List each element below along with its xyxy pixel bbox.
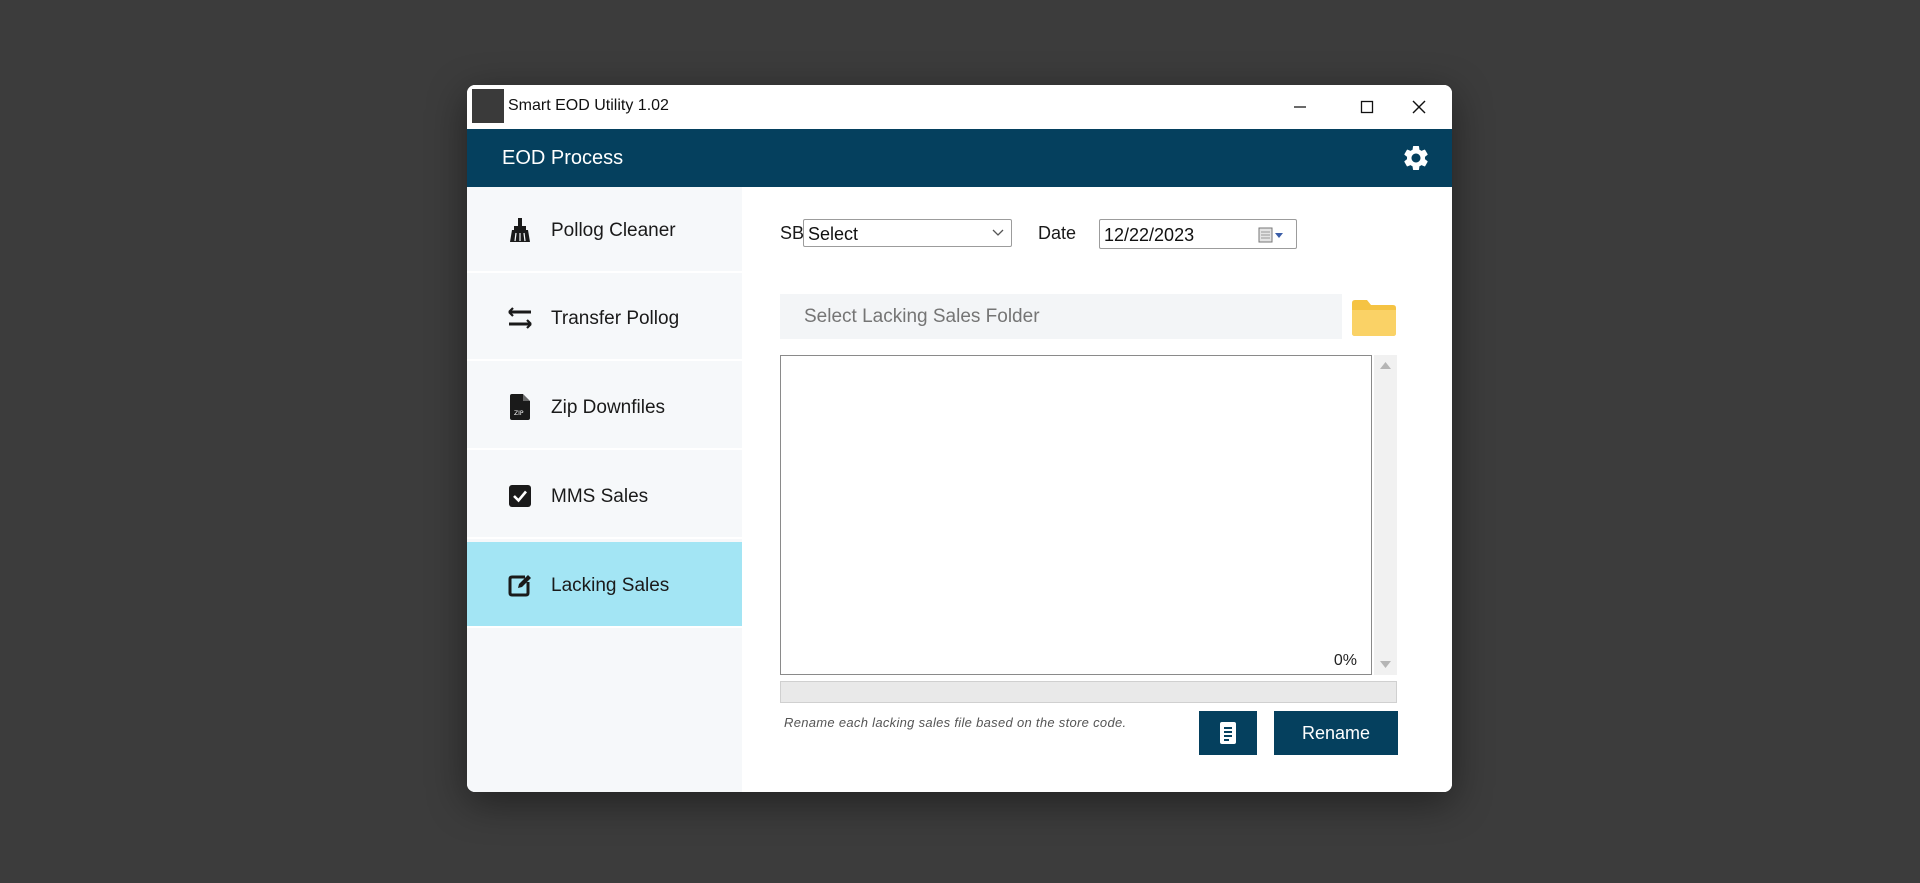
app-header: EOD Process [467,129,1452,187]
date-value: 12/22/2023 [1104,225,1195,245]
sidebar-item-label: Lacking Sales [551,575,670,596]
progress-bar [780,681,1397,703]
header-title: EOD Process [502,147,624,169]
title-bar: Smart EOD Utility 1.02 [467,85,1452,129]
chevron-down-icon [992,229,1004,236]
hint-text: Rename each lacking sales file based on … [784,715,1127,730]
app-window: Smart EOD Utility 1.02 EOD Process Pollo… [467,85,1452,792]
edit-icon [507,572,533,598]
date-picker[interactable]: 12/22/2023 [1099,219,1297,249]
minimize-icon [1294,106,1306,108]
sidebar-item-label: Transfer Pollog [551,308,680,329]
report-button[interactable] [1199,711,1257,755]
sidebar-item-pollog-cleaner[interactable]: Pollog Cleaner [467,187,742,273]
calendar-dropdown-icon[interactable] [1258,227,1284,243]
sbu-select-value: Select [808,224,859,244]
date-label: Date [1038,223,1077,243]
sidebar-item-mms-sales[interactable]: MMS Sales [467,453,742,539]
gear-icon[interactable] [1401,143,1431,173]
output-scrollbar[interactable] [1374,355,1397,675]
sidebar: Pollog Cleaner Transfer Pollog ZIP Zip D… [467,187,742,792]
output-log[interactable]: 0% [780,355,1372,675]
sidebar-item-label: Pollog Cleaner [551,220,676,241]
checkbox-icon [507,483,533,509]
folder-placeholder: Select Lacking Sales Folder [804,306,1040,327]
sidebar-item-zip-downfiles[interactable]: ZIP Zip Downfiles [467,364,742,450]
main-content: SBU Select Date 12/22/2023 Select Lackin… [742,187,1452,792]
app-icon [472,89,504,123]
zip-file-icon: ZIP [507,394,533,420]
sidebar-item-label: Zip Downfiles [551,397,666,418]
folder-path-input[interactable]: Select Lacking Sales Folder [780,294,1342,339]
minimize-button[interactable] [1267,85,1333,129]
folder-icon[interactable] [1350,297,1398,337]
transfer-arrows-icon [507,305,533,331]
percent-label: 0% [1333,652,1357,669]
rename-button[interactable]: Rename [1274,711,1398,755]
close-icon [1412,100,1426,114]
broom-icon [507,217,533,243]
maximize-icon [1360,100,1374,114]
svg-text:ZIP: ZIP [514,410,524,417]
window-title: Smart EOD Utility 1.02 [508,97,669,114]
scroll-up-icon[interactable] [1380,361,1391,369]
sidebar-item-lacking-sales[interactable]: Lacking Sales [467,542,742,628]
sbu-select[interactable]: Select [803,219,1012,247]
close-button[interactable] [1386,85,1452,129]
sidebar-item-transfer-pollog[interactable]: Transfer Pollog [467,275,742,361]
scroll-down-icon[interactable] [1380,661,1391,669]
sidebar-item-label: MMS Sales [551,486,649,507]
document-icon [1220,722,1236,744]
